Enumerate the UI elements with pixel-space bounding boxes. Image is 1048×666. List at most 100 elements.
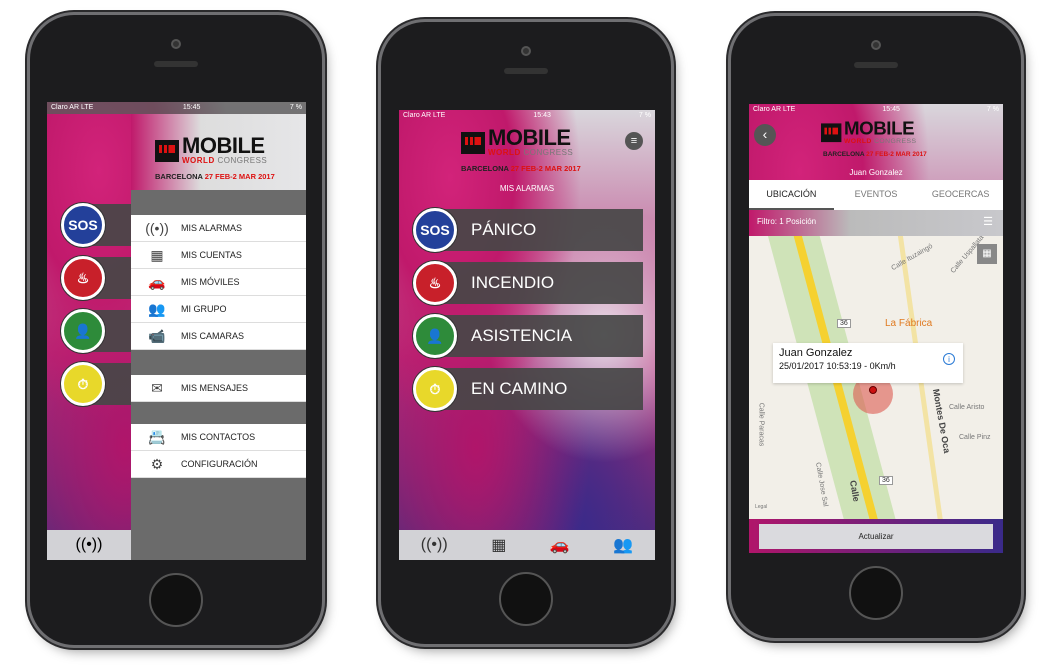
route-shield: 36 (837, 319, 851, 328)
poi-label: La Fábrica (885, 318, 933, 329)
tabs: UBICACIÓN EVENTOS GEOCERCAS (749, 180, 1003, 210)
alarm-tab-icon[interactable]: ((•)) (421, 536, 448, 554)
route-shield: 36 (879, 476, 893, 485)
home-button[interactable] (149, 573, 203, 627)
side-menu: MOBILE WORLD CONGRESS BARCELONA 27 FEB-2 … (131, 114, 306, 560)
filter-settings-icon[interactable]: ☰ (983, 215, 993, 228)
text-label: Calle Paracas (757, 402, 765, 447)
text-label: Claro AR (403, 112, 432, 119)
sos-icon: SOS (61, 203, 105, 247)
info-icon[interactable]: i (943, 353, 955, 365)
menu-item-mis-alarmas[interactable]: ((•)) MIS ALARMAS (131, 215, 306, 242)
car-tab-icon[interactable]: 🚗 (550, 535, 570, 555)
status-bar: Claro AR LTE 15:45 7 % (749, 104, 1003, 116)
text-label: MIS MENSAJES (181, 383, 249, 393)
text-label: 27 FEB-2 MAR 2017 (204, 172, 275, 181)
text-label: EN CAMINO (471, 379, 568, 398)
filter-bar[interactable]: Filtro: 1 Posición ☰ (749, 210, 1003, 236)
menu-item-mis-camaras[interactable]: 📹 MIS CAMARAS (131, 323, 306, 350)
text-label: BARCELONA (823, 151, 865, 158)
decoration: ✉ MIS MENSAJES (131, 375, 306, 402)
text-label: MIS CUENTAS (181, 250, 242, 260)
event-dates: BARCELONA 27 FEB-2 MAR 2017 (461, 164, 581, 173)
text-label: MOBILE (182, 133, 265, 158)
menu-item-mis-contactos[interactable]: 📇 MIS CONTACTOS (131, 424, 306, 451)
screen-location: Claro AR LTE 15:45 7 % ‹ MOBILE WORLD CON… (749, 104, 1003, 553)
text-label: MIS CONTACTOS (181, 432, 256, 442)
text-label: Calle Ituzaingó (890, 242, 934, 273)
text-label: 27 FEB-2 MAR 2017 (866, 151, 927, 158)
tab-geocercas[interactable]: GEOCERCAS (918, 180, 1003, 210)
text-label: CONGRESS (874, 137, 917, 145)
text-label: WORLD (182, 156, 215, 165)
camera-icon: 📹 (148, 327, 166, 344)
location-pin-icon[interactable] (869, 386, 877, 394)
decoration: MOBILE WORLD CONGRESS (844, 119, 916, 145)
text-label: MIS MÓVILES (181, 277, 240, 287)
alarm-en-camino-button[interactable]: ⏱ EN CAMINO (413, 366, 643, 412)
actualizar-button[interactable]: Actualizar (759, 524, 993, 549)
decoration (435, 209, 643, 251)
tab-bar: ((•)) ▦ 🚗 👥 (399, 530, 655, 560)
back-button[interactable]: ‹ (754, 124, 776, 146)
network: LTE (80, 104, 94, 111)
status-bar: Claro AR LTE 15:45 7 % (47, 102, 306, 114)
home-button[interactable] (849, 566, 903, 620)
menu-item-mis-moviles[interactable]: 🚗 MIS MÓVILES (131, 269, 306, 296)
menu-item-mi-grupo[interactable]: 👥 MI GRUPO (131, 296, 306, 323)
clock: 15:45 (182, 104, 201, 111)
text-label: Calle Pinz (959, 434, 991, 441)
alarm-broadcast-icon: ((•)) (145, 220, 169, 236)
home-button[interactable] (499, 572, 553, 626)
speaker (154, 61, 198, 67)
menu-item-configuracion[interactable]: ⚙ CONFIGURACIÓN (131, 451, 306, 478)
menu-item-mis-mensajes[interactable]: ✉ MIS MENSAJES (131, 375, 306, 402)
battery: 7 % (638, 112, 651, 119)
status-bar: Claro AR LTE 15:43 7 % (399, 110, 655, 122)
text-label: MIS ALARMAS (181, 223, 243, 233)
text-label: Claro AR (753, 106, 782, 113)
alarm-asistencia-button[interactable]: 👤 ASISTENCIA (413, 313, 643, 359)
map[interactable]: ▦ Calle Ituzaingó Calle Uspallata La Fáb… (749, 236, 1003, 519)
tab-ubicacion[interactable]: UBICACIÓN (749, 180, 834, 210)
decoration: Claro AR LTE (403, 112, 445, 120)
mwc-logo: MOBILE WORLD CONGRESS (461, 127, 574, 158)
map-type-icon[interactable]: ▦ (977, 244, 997, 264)
contacts-icon: 📇 (148, 428, 166, 445)
location-callout[interactable]: Juan Gonzalez 25/01/2017 10:53:19 - 0Km/… (773, 343, 963, 383)
decoration: 📇 MIS CONTACTOS ⚙ CONFIGURACIÓN (131, 424, 306, 478)
decoration (821, 122, 842, 142)
decoration: WORLD CONGRESS (844, 137, 916, 145)
group-tab-icon[interactable]: 👥 (613, 535, 633, 555)
person-icon: 👤 (61, 309, 105, 353)
text-label: WORLD (843, 137, 872, 145)
decoration (521, 46, 531, 56)
tab-eventos[interactable]: EVENTOS (834, 180, 919, 210)
text-label: 25/01/2017 10:53:19 - 0Km/h (779, 361, 896, 371)
decoration (504, 68, 548, 74)
decoration (854, 62, 898, 68)
decoration: WORLD CONGRESS (182, 156, 267, 165)
text-label: Montes De Oca (930, 388, 953, 454)
sos-icon: SOS (413, 208, 457, 252)
alarm-panico-button[interactable]: SOS PÁNICO (413, 207, 643, 253)
hamburger-menu-icon[interactable]: ≡ (625, 132, 643, 150)
gear-icon: ⚙ (150, 455, 164, 472)
alarm-tab-icon[interactable]: ((•)) (47, 530, 131, 560)
section-title: MIS ALARMAS (499, 184, 555, 193)
text-label: INCENDIO (471, 273, 555, 292)
decoration: MOBILE WORLD CONGRESS (488, 127, 574, 158)
menu-item-mis-cuentas[interactable]: ▦ MIS CUENTAS (131, 242, 306, 269)
event-dates: BARCELONA 27 FEB-2 MAR 2017 (155, 172, 275, 181)
alarm-incendio-button[interactable]: ♨ INCENDIO (413, 260, 643, 306)
clock: 15:45 (882, 106, 900, 113)
text-label: Calle Aristo (949, 404, 985, 411)
event-dates: BARCELONA 27 FEB-2 MAR 2017 (823, 151, 927, 158)
user-name: Juan Gonzalez (849, 168, 903, 177)
text-label: Filtro: 1 Posición (757, 217, 817, 226)
battery: 7 % (986, 106, 999, 113)
text-label: CONGRESS (523, 148, 574, 157)
car-icon: 🚗 (148, 273, 166, 290)
phone-2: Claro AR LTE 15:43 7 % MOBILE WORLD CONGR… (381, 22, 671, 644)
calculator-tab-icon[interactable]: ▦ (491, 535, 506, 555)
